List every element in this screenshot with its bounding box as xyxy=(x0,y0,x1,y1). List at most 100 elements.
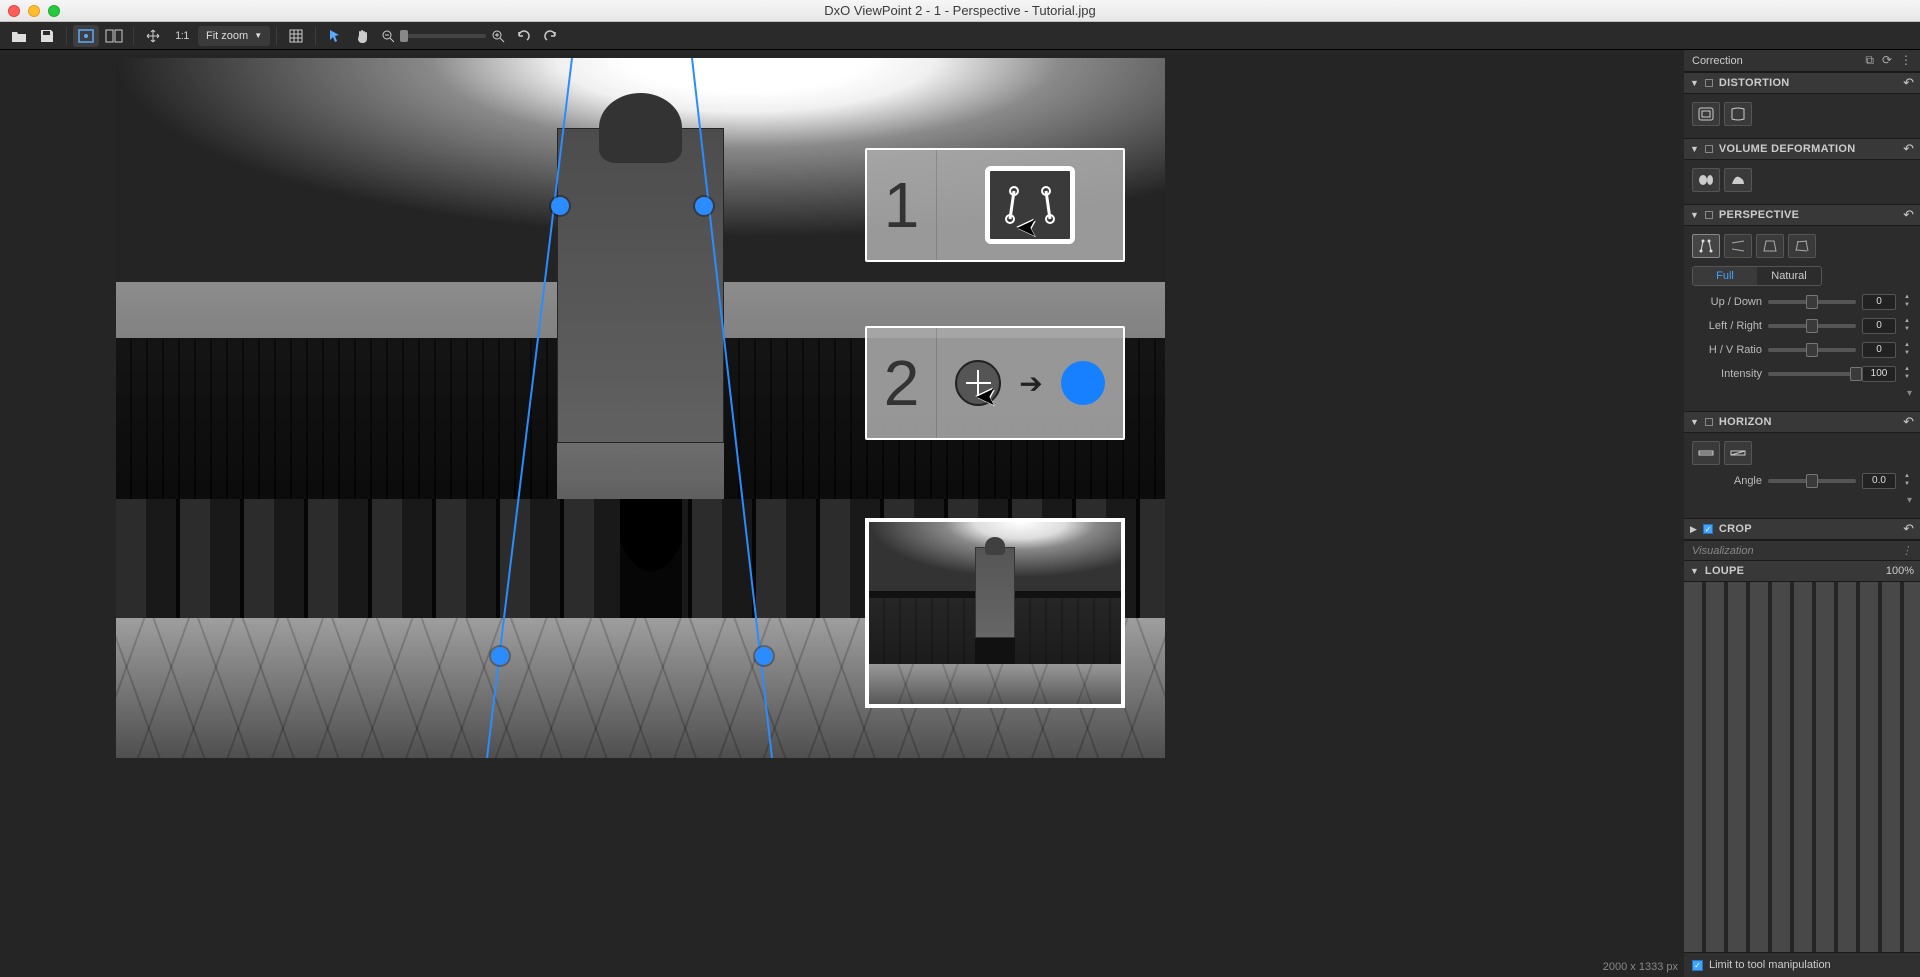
fit-zoom-dropdown[interactable]: Fit zoom ▼ xyxy=(198,26,270,46)
close-icon[interactable] xyxy=(8,5,20,17)
canvas-area[interactable]: 1 ➤ 2 xyxy=(0,50,1684,977)
slider-left-right: Left / Right 0 ▲▼ xyxy=(1692,318,1912,334)
perspective-vertical-button[interactable] xyxy=(1692,234,1720,258)
slider-thumb[interactable] xyxy=(1806,343,1818,357)
slider-track[interactable] xyxy=(1768,300,1856,304)
refresh-icon[interactable]: ⟳ xyxy=(1882,53,1892,68)
checkbox-icon[interactable]: ✓ xyxy=(1692,960,1703,971)
zoom-label: Fit zoom xyxy=(206,30,248,42)
hand-tool-button[interactable] xyxy=(350,25,376,47)
slider-track[interactable] xyxy=(1768,324,1856,328)
panel-title: Visualization xyxy=(1692,545,1754,557)
segment-full[interactable]: Full xyxy=(1693,267,1757,285)
slider-thumb[interactable] xyxy=(1806,474,1818,488)
slider-thumb[interactable] xyxy=(1850,367,1862,381)
disclosure-icon: ▶ xyxy=(1690,524,1697,535)
value-stepper[interactable]: ▲▼ xyxy=(1902,318,1912,334)
save-button[interactable] xyxy=(34,25,60,47)
maximize-icon[interactable] xyxy=(48,5,60,17)
reset-icon[interactable]: ↶ xyxy=(1903,75,1914,91)
perspective-horizontal-button[interactable] xyxy=(1724,234,1752,258)
grid-button[interactable] xyxy=(283,25,309,47)
section-title: PERSPECTIVE xyxy=(1719,209,1799,221)
reset-icon[interactable]: ↶ xyxy=(1903,141,1914,157)
image-viewport[interactable]: 1 ➤ 2 xyxy=(116,58,1165,758)
section-crop[interactable]: ▶ ✓ CROP ↶ xyxy=(1684,518,1920,540)
section-horizon[interactable]: ▼ HORIZON ↶ xyxy=(1684,411,1920,433)
value-stepper[interactable]: ▲▼ xyxy=(1902,473,1912,489)
loupe-view[interactable] xyxy=(1684,582,1920,952)
loupe-zoom-value[interactable]: 100% xyxy=(1886,565,1914,577)
value-stepper[interactable]: ▲▼ xyxy=(1902,294,1912,310)
slider-angle: Angle 0.0 ▲▼ xyxy=(1692,473,1912,489)
compare-view-button[interactable] xyxy=(101,25,127,47)
menu-icon[interactable]: ⋮ xyxy=(1900,53,1912,68)
preview-thumbnail xyxy=(865,518,1125,708)
move-tool-button[interactable] xyxy=(140,25,166,47)
slider-track[interactable] xyxy=(1768,348,1856,352)
open-button[interactable] xyxy=(6,25,32,47)
separator xyxy=(276,27,277,45)
zoom-out-button[interactable] xyxy=(378,25,398,47)
enable-checkbox[interactable] xyxy=(1705,79,1713,87)
distortion-manual-button[interactable] xyxy=(1724,102,1752,126)
image-dimensions: 2000 x 1333 px xyxy=(1603,961,1678,973)
handle-icon xyxy=(1061,361,1105,405)
enable-checkbox[interactable]: ✓ xyxy=(1703,524,1713,534)
enable-checkbox[interactable] xyxy=(1705,145,1713,153)
reset-icon[interactable]: ↶ xyxy=(1903,521,1914,537)
distortion-auto-button[interactable] xyxy=(1692,102,1720,126)
perspective-8point-button[interactable] xyxy=(1788,234,1816,258)
redo-button[interactable] xyxy=(538,25,564,47)
horizon-manual-button[interactable] xyxy=(1724,441,1752,465)
section-perspective[interactable]: ▼ PERSPECTIVE ↶ xyxy=(1684,204,1920,226)
reset-icon[interactable]: ↶ xyxy=(1903,414,1914,430)
single-view-button[interactable] xyxy=(73,25,99,47)
zoom-in-button[interactable] xyxy=(488,25,508,47)
limit-to-tool-row[interactable]: ✓ Limit to tool manipulation xyxy=(1684,952,1920,977)
value-field[interactable]: 0 xyxy=(1862,318,1896,334)
section-volume-deformation[interactable]: ▼ VOLUME DEFORMATION ↶ xyxy=(1684,138,1920,160)
reset-icon[interactable]: ↶ xyxy=(1903,207,1914,223)
value-stepper[interactable]: ▲▼ xyxy=(1902,366,1912,382)
volume-horizontal-button[interactable] xyxy=(1692,168,1720,192)
perspective-handle[interactable] xyxy=(755,647,773,665)
enable-checkbox[interactable] xyxy=(1705,211,1713,219)
section-loupe[interactable]: ▼ LOUPE 100% xyxy=(1684,560,1920,582)
slider-track[interactable] xyxy=(1768,479,1856,483)
perspective-mode-segment[interactable]: Full Natural xyxy=(1692,266,1822,286)
menu-icon[interactable]: ⋮ xyxy=(1901,544,1912,557)
segment-natural[interactable]: Natural xyxy=(1757,267,1821,285)
minimize-icon[interactable] xyxy=(28,5,40,17)
tutorial-step-number: 2 xyxy=(867,328,937,438)
undo-button[interactable] xyxy=(510,25,536,47)
tutorial-card-1: 1 ➤ xyxy=(865,148,1125,262)
disclosure-icon: ▼ xyxy=(1690,566,1699,576)
value-field[interactable]: 100 xyxy=(1862,366,1896,382)
perspective-handle[interactable] xyxy=(695,197,713,215)
value-field[interactable]: 0 xyxy=(1862,342,1896,358)
actual-pixels-button[interactable]: 1:1 xyxy=(168,25,196,47)
enable-checkbox[interactable] xyxy=(1705,418,1713,426)
pointer-tool-button[interactable] xyxy=(322,25,348,47)
zoom-slider[interactable] xyxy=(400,34,486,38)
advanced-toggle-icon[interactable]: ▾ xyxy=(1692,495,1912,506)
horizon-auto-button[interactable] xyxy=(1692,441,1720,465)
slider-thumb[interactable] xyxy=(1806,319,1818,333)
value-stepper[interactable]: ▲▼ xyxy=(1902,342,1912,358)
popout-icon[interactable]: ⧉ xyxy=(1865,53,1874,68)
section-title: DISTORTION xyxy=(1719,77,1790,89)
value-field[interactable]: 0.0 xyxy=(1862,473,1896,489)
volume-diagonal-button[interactable] xyxy=(1724,168,1752,192)
section-distortion[interactable]: ▼ DISTORTION ↶ xyxy=(1684,72,1920,94)
perspective-rectangle-button[interactable] xyxy=(1756,234,1784,258)
slider-thumb[interactable] xyxy=(1806,295,1818,309)
section-title: HORIZON xyxy=(1719,416,1772,428)
disclosure-icon: ▼ xyxy=(1690,210,1699,220)
perspective-handle[interactable] xyxy=(551,197,569,215)
value-field[interactable]: 0 xyxy=(1862,294,1896,310)
perspective-handle[interactable] xyxy=(491,647,509,665)
advanced-toggle-icon[interactable]: ▾ xyxy=(1692,388,1912,399)
disclosure-icon: ▼ xyxy=(1690,78,1699,88)
slider-track[interactable] xyxy=(1768,372,1856,376)
